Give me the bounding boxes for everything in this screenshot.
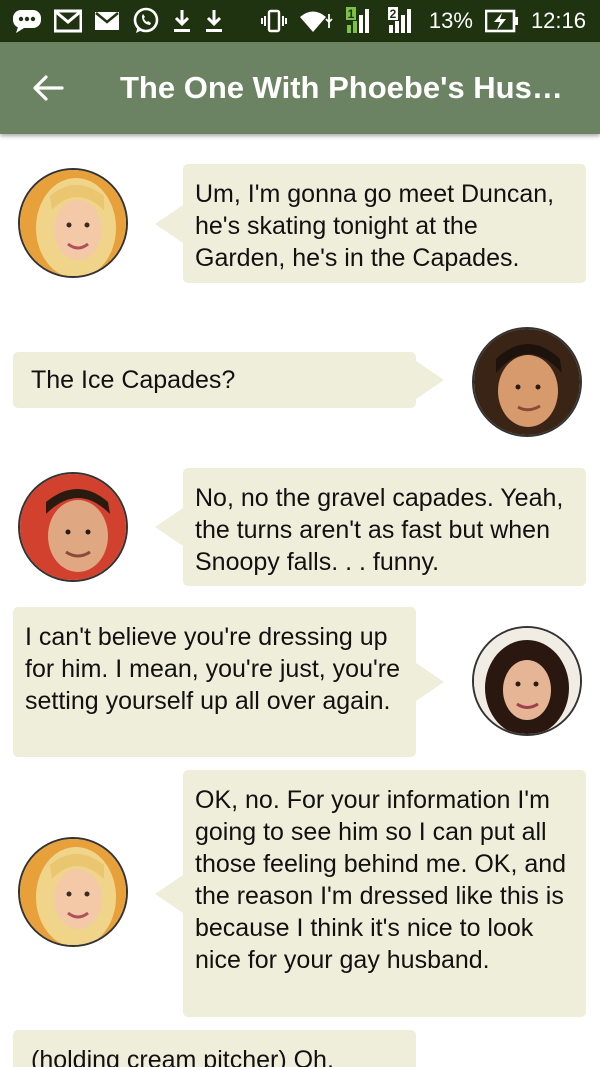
battery-percent: 13% [428, 8, 473, 33]
signal-icon: 2 [387, 7, 417, 35]
vibrate-icon [260, 8, 287, 34]
battery-charging-icon [484, 9, 519, 33]
status-bar: 1 2 13% 12:16 [0, 0, 600, 42]
list-item: Um, I'm gonna go meet Duncan, he's skati… [0, 134, 600, 294]
sim1-label: 1 [348, 7, 355, 21]
download-icon [204, 8, 224, 34]
avatar[interactable] [18, 168, 128, 278]
list-item: I can't believe you're dressing up for h… [0, 604, 600, 764]
message-bubble[interactable]: I can't believe you're dressing up for h… [13, 607, 444, 757]
avatar[interactable] [18, 837, 128, 947]
list-item: No, no the gravel capades. Yeah, the tur… [0, 468, 600, 598]
whatsapp-icon [132, 7, 160, 35]
clock: 12:16 [530, 8, 586, 33]
wifi-icon [299, 8, 333, 34]
avatar[interactable] [472, 626, 582, 736]
download-icon [172, 8, 192, 34]
message-bubble[interactable]: No, no the gravel capades. Yeah, the tur… [155, 468, 586, 586]
arrow-back-icon [33, 75, 64, 101]
message-bubble[interactable]: OK, no. For your information I'm going t… [155, 770, 586, 1017]
sim2-label: 2 [390, 7, 397, 21]
message-bubble[interactable]: Um, I'm gonna go meet Duncan, he's skati… [155, 164, 586, 283]
app-bar: The One With Phoebe's Husb... [0, 42, 600, 134]
avatar[interactable] [472, 327, 582, 437]
avatar[interactable] [18, 472, 128, 582]
message-bubble[interactable]: The Ice Capades? [13, 352, 444, 408]
list-item: OK, no. For your information I'm going t… [0, 770, 600, 1020]
message-bubble[interactable]: (holding cream pitcher) Oh, [13, 1030, 416, 1067]
status-right-icons: 1 2 13% 12:16 [260, 7, 586, 35]
status-left-icons [12, 7, 224, 35]
back-button[interactable] [28, 68, 68, 108]
gmail-icon [54, 9, 82, 33]
list-item: (holding cream pitcher) Oh, [0, 1030, 600, 1067]
page-title: The One With Phoebe's Husb... [120, 70, 570, 105]
chat-icon [12, 8, 42, 34]
signal-icon: 1 [345, 7, 375, 35]
chat-list[interactable]: Um, I'm gonna go meet Duncan, he's skati… [0, 134, 600, 1067]
gmail-icon [94, 10, 120, 32]
list-item: The Ice Capades? [0, 318, 600, 448]
